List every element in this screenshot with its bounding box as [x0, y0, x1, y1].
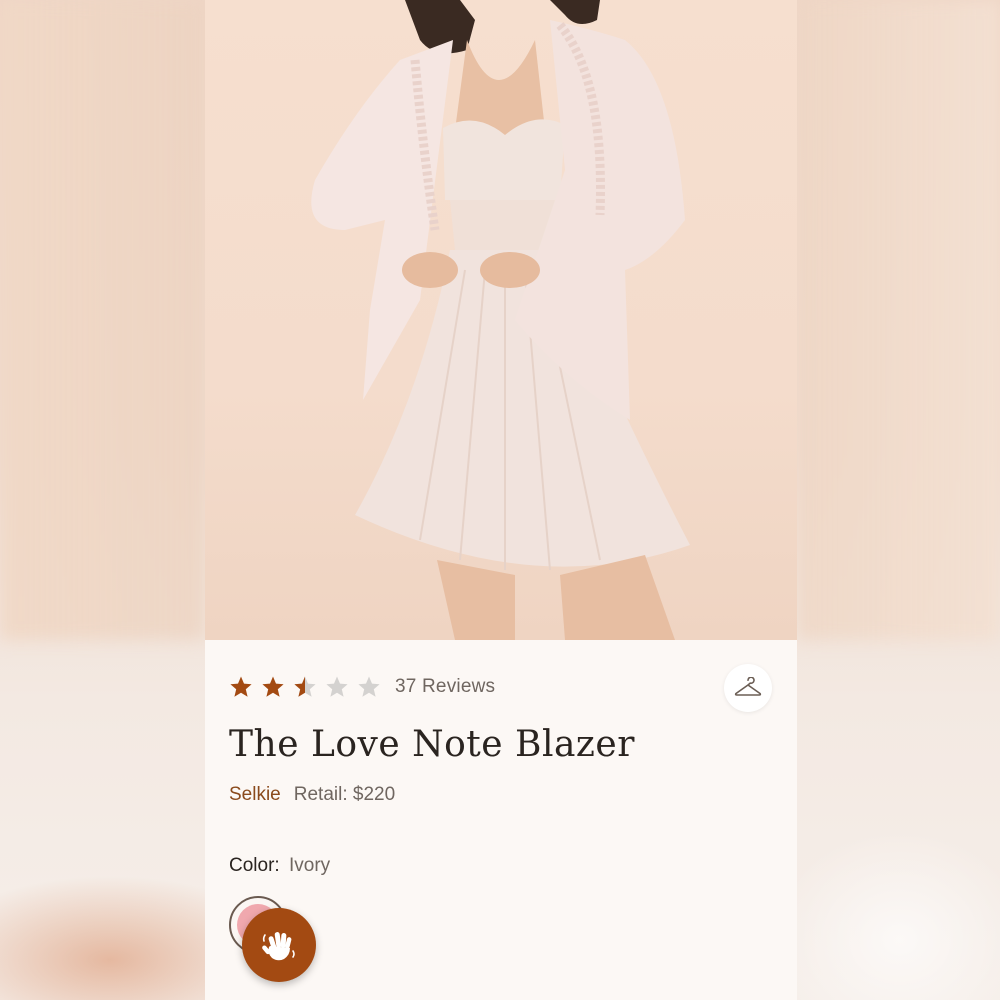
chat-button[interactable] [242, 908, 316, 982]
star-empty-icon [326, 676, 348, 697]
product-photo[interactable] [205, 0, 797, 640]
waving-hand-icon [262, 932, 295, 961]
product-meta: Selkie Retail: $220 [229, 784, 395, 806]
product-title: The Love Note Blazer [229, 724, 635, 765]
reviews-link[interactable]: 37 Reviews [395, 676, 495, 698]
product-info: 37 Reviews The Love Note Blazer Selkie R… [205, 640, 797, 1000]
blurred-background-right [797, 0, 1000, 640]
star-half-icon [294, 676, 316, 697]
star-icon [230, 676, 252, 697]
star-icon [262, 676, 284, 697]
color-label: Color: [229, 855, 280, 876]
brand-link[interactable]: Selkie [229, 784, 281, 806]
color-selection: Color: Ivory [229, 855, 330, 877]
model-illustration [311, 0, 690, 640]
star-empty-icon [358, 676, 380, 697]
retail-price: Retail: $220 [293, 784, 396, 805]
hanger-icon [734, 677, 762, 696]
product-card: 37 Reviews The Love Note Blazer Selkie R… [205, 0, 797, 1000]
blurred-background-left [0, 0, 205, 640]
star-rating[interactable]: 37 Reviews [229, 675, 495, 699]
save-to-closet-button[interactable] [724, 664, 772, 712]
color-value: Ivory [288, 855, 331, 876]
